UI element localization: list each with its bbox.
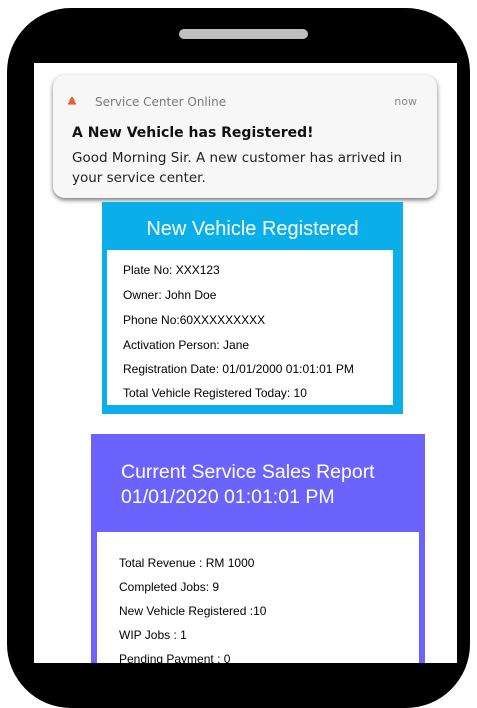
push-notification[interactable]: Service Center Online now A New Vehicle … [53, 75, 437, 198]
plate-number: Plate No: XXX123 [123, 263, 220, 277]
completed-jobs: Completed Jobs: 9 [119, 580, 220, 594]
owner-name: Owner: John Doe [123, 288, 217, 302]
new-vehicle-card: New Vehicle Registered Plate No: XXX123 … [102, 202, 403, 414]
registration-date: Registration Date: 01/01/2000 01:01:01 P… [123, 362, 354, 376]
sales-report-body: Total Revenue : RM 1000 Completed Jobs: … [97, 532, 419, 663]
pending-payment: Pending Payment : 0 [119, 652, 231, 663]
total-registered-today: Total Vehicle Registered Today: 10 [123, 386, 307, 400]
phone-number: Phone No:60XXXXXXXXX [123, 313, 266, 327]
notification-body: Good Morning Sir. A new customer has arr… [72, 150, 403, 186]
phone-speaker [179, 29, 308, 39]
notification-title: A New Vehicle has Registered! [72, 125, 314, 141]
activation-person: Activation Person: Jane [123, 338, 250, 352]
vehicle-card-title: New Vehicle Registered [146, 218, 359, 240]
notification-app-name: Service Center Online [95, 95, 227, 109]
sales-report-title-line1: Current Service Sales Report [121, 461, 375, 483]
notification-time: now [394, 95, 417, 108]
sales-report-date: 01/01/2020 01:01:01 PM [121, 486, 335, 508]
new-vehicle-registered: New Vehicle Registered :10 [119, 604, 267, 618]
wip-jobs: WIP Jobs : 1 [119, 628, 187, 642]
vehicle-card-body: Plate No: XXX123 Owner: John Doe Phone N… [107, 250, 393, 405]
phone-screen: Service Center Online now A New Vehicle … [34, 63, 457, 663]
total-revenue: Total Revenue : RM 1000 [119, 556, 255, 570]
sales-report-card: Current Service Sales Report 01/01/2020 … [91, 434, 425, 663]
sales-report-title: Current Service Sales Report 01/01/2020 … [121, 460, 375, 510]
